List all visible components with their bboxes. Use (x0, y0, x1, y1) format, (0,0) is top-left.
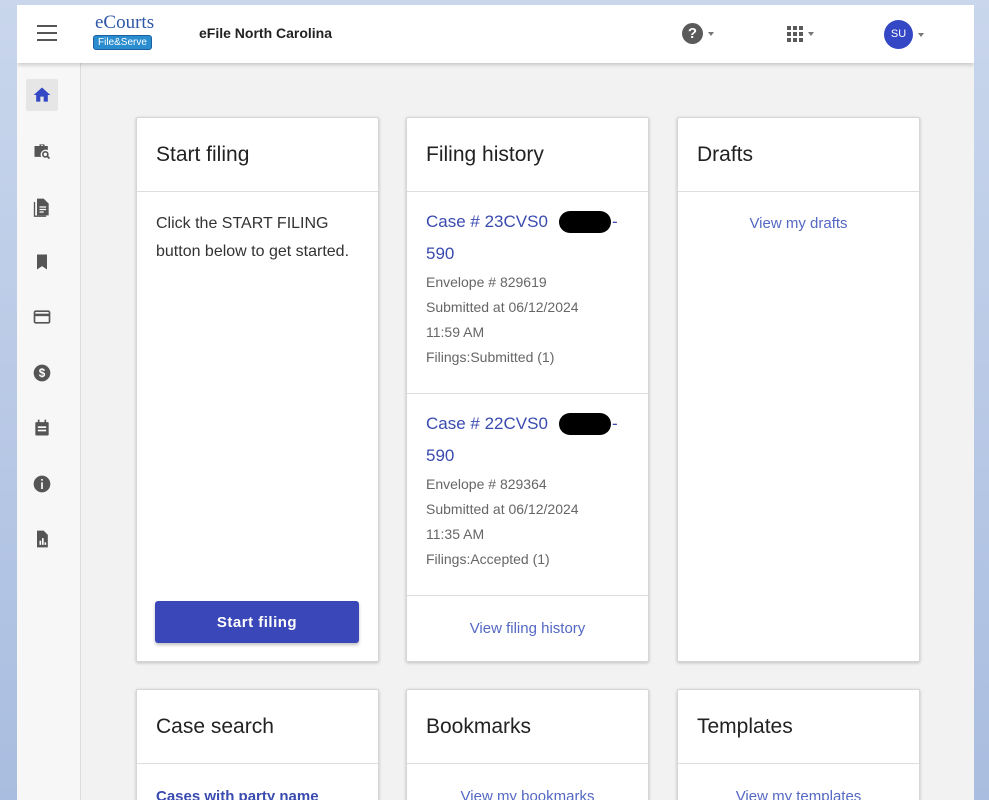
submitted-date: Submitted at 06/12/2024 (426, 501, 579, 517)
history-entry: Case # 23CVS0 - 590 Envelope # 829619 Sub… (407, 192, 648, 394)
avatar: SU (884, 20, 913, 49)
case-number-line1: Case # 22CVS0 (426, 414, 548, 433)
nav-item-calendar[interactable] (26, 412, 58, 444)
case-search-card: Case search Cases with party name (136, 689, 379, 800)
view-drafts-link[interactable]: View my drafts (678, 192, 919, 232)
case-link[interactable]: Case # 22CVS0 - (426, 408, 648, 440)
user-menu-button[interactable]: SU (884, 20, 924, 49)
view-filing-history-link[interactable]: View filing history (407, 596, 648, 637)
envelope-number: Envelope # 829619 (426, 274, 547, 290)
nav-item-fees[interactable]: $ (26, 357, 58, 389)
chevron-down-icon (708, 31, 714, 36)
case-number-line2[interactable]: 590 (426, 440, 648, 472)
logo-fileserve-text: File&Serve (93, 35, 152, 50)
document-icon (33, 198, 49, 217)
submitted-time: 11:35 AM (426, 526, 485, 542)
chevron-down-icon (808, 31, 814, 36)
bookmarks-card: Bookmarks View my bookmarks (406, 689, 649, 800)
case-number-line2[interactable]: 590 (426, 238, 648, 270)
case-search-link[interactable]: Cases with party name (137, 764, 378, 800)
case-number-line1: Case # 23CVS0 (426, 212, 548, 231)
redaction-mark (559, 413, 611, 435)
help-menu-button[interactable]: ? (682, 23, 714, 44)
svg-text:$: $ (39, 367, 46, 380)
apps-grid-icon (787, 25, 803, 42)
redaction-mark (559, 211, 611, 233)
start-filing-description: Click the START FILING button below to g… (156, 215, 350, 260)
nav-item-documents[interactable] (26, 191, 58, 223)
filing-status: Filings:Submitted (1) (426, 349, 555, 365)
home-icon (33, 87, 51, 102)
card-title: Start filing (137, 118, 378, 192)
apps-menu-button[interactable] (787, 25, 814, 43)
case-number-suffix: - (612, 212, 618, 231)
start-filing-card: Start filing Click the START FILING butt… (136, 117, 379, 662)
nav-item-home[interactable] (26, 79, 58, 111)
calendar-icon (35, 419, 49, 436)
case-search-icon (34, 144, 51, 160)
templates-card: Templates View my templates (677, 689, 920, 800)
start-filing-button[interactable]: Start filing (155, 601, 359, 643)
app-title: eFile North Carolina (199, 25, 333, 41)
filing-status: Filings:Accepted (1) (426, 551, 550, 567)
submitted-time: 11:59 AM (426, 324, 485, 340)
card-title: Drafts (678, 118, 919, 192)
report-icon (37, 530, 48, 548)
info-icon (33, 475, 51, 493)
drafts-card: Drafts View my drafts (677, 117, 920, 662)
menu-icon[interactable] (37, 25, 57, 41)
card-title: Bookmarks (407, 690, 648, 764)
top-bar: eCourts File&Serve eFile North Carolina … (17, 5, 974, 63)
nav-item-info[interactable] (26, 468, 58, 500)
dollar-icon: $ (33, 364, 51, 382)
nav-item-bookmarks[interactable] (26, 246, 58, 278)
case-number-suffix: - (612, 414, 618, 433)
card-title: Case search (137, 690, 378, 764)
logo-ecourts-text: eCourts (95, 12, 155, 33)
bookmark-icon (37, 254, 47, 270)
ecourts-logo[interactable]: eCourts File&Serve (93, 12, 173, 54)
case-link[interactable]: Case # 23CVS0 - (426, 206, 648, 238)
payment-card-icon (33, 310, 51, 324)
submitted-date: Submitted at 06/12/2024 (426, 299, 579, 315)
card-title: Filing history (407, 118, 648, 192)
view-bookmarks-link[interactable]: View my bookmarks (407, 764, 648, 800)
nav-item-payment[interactable] (26, 301, 58, 333)
history-entry: Case # 22CVS0 - 590 Envelope # 829364 Sub… (407, 394, 648, 596)
nav-item-case-search[interactable] (26, 135, 58, 167)
envelope-number: Envelope # 829364 (426, 476, 547, 492)
chevron-down-icon (918, 32, 924, 37)
app-window: eCourts File&Serve eFile North Carolina … (17, 5, 974, 800)
side-navigation: $ (17, 63, 81, 800)
view-templates-link[interactable]: View my templates (678, 764, 919, 800)
filing-history-card: Filing history Case # 23CVS0 - 590 Envelo… (406, 117, 649, 662)
help-icon: ? (682, 23, 703, 44)
nav-item-reports[interactable] (26, 523, 58, 555)
card-title: Templates (678, 690, 919, 764)
